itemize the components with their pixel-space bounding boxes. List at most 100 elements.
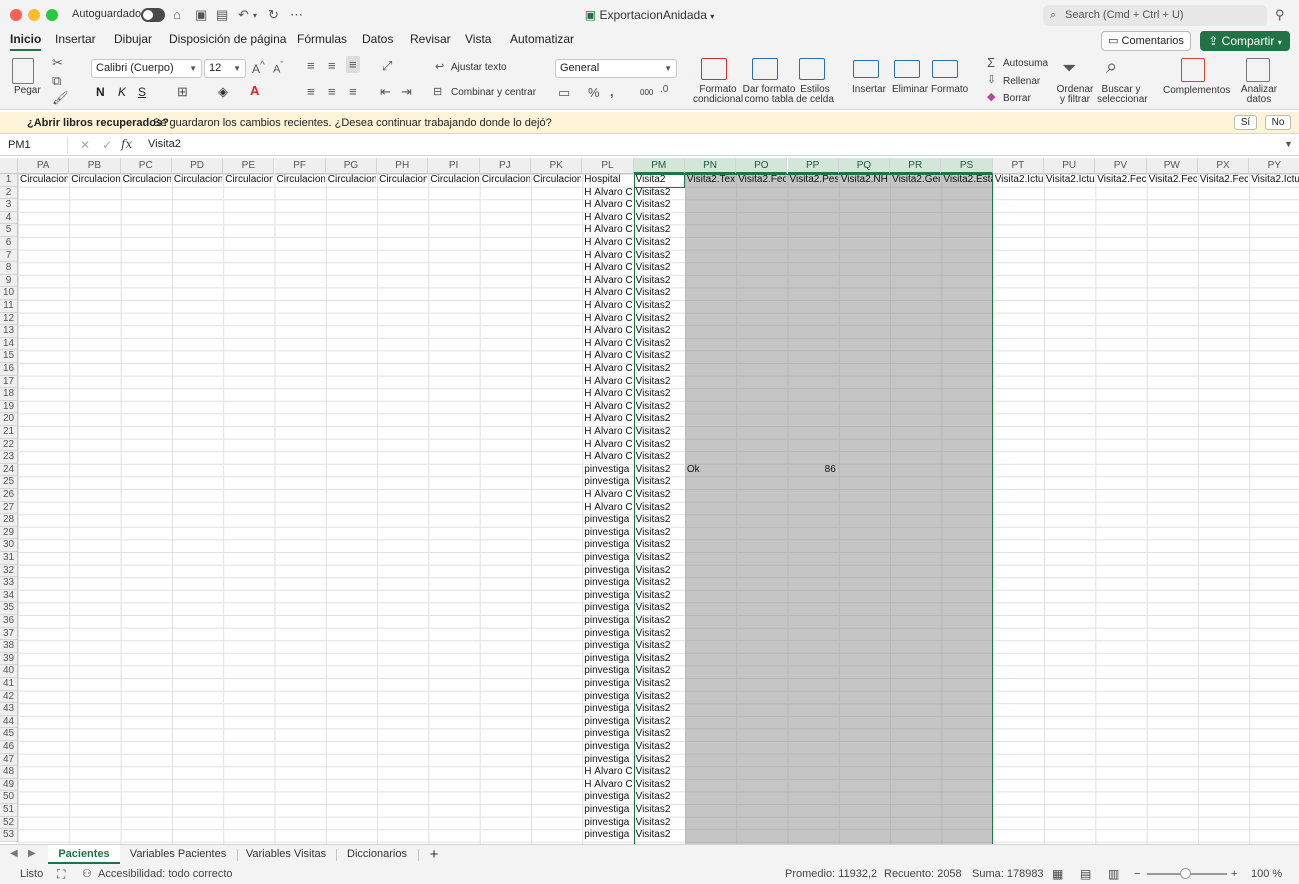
cell-pn1[interactable]: Visita2.Texto bbox=[686, 174, 735, 187]
fill-label[interactable]: Rellenar bbox=[1003, 77, 1040, 87]
cell-pl25[interactable]: pinvestiga bbox=[583, 476, 632, 489]
cell-pm16[interactable]: Visitas2 bbox=[635, 363, 684, 376]
format-cells-icon[interactable] bbox=[932, 60, 958, 78]
column-header-pn[interactable]: PN bbox=[684, 158, 737, 174]
row-header-29[interactable]: 29 bbox=[0, 526, 18, 540]
row-header-12[interactable]: 12 bbox=[0, 312, 18, 326]
cell-pl11[interactable]: H Álvaro Cun bbox=[583, 300, 632, 313]
cell-pl30[interactable]: pinvestiga bbox=[583, 539, 632, 552]
italic-button[interactable]: K bbox=[118, 85, 126, 99]
addins-label[interactable]: Complementos bbox=[1163, 86, 1230, 96]
row-header-19[interactable]: 19 bbox=[0, 400, 18, 414]
conditional-format-icon[interactable] bbox=[701, 58, 727, 80]
cell-pr1[interactable]: Visita2.Gene bbox=[891, 174, 940, 187]
sheet-tab-variables-visitas[interactable]: Variables Visitas bbox=[240, 845, 332, 864]
cell-pl37[interactable]: pinvestiga bbox=[583, 628, 632, 641]
row-header-1[interactable]: 1 bbox=[0, 174, 18, 187]
format-painter-icon[interactable]: 🖌 bbox=[52, 90, 69, 106]
cell-pl17[interactable]: H Álvaro Cun bbox=[583, 376, 632, 389]
cell-pl35[interactable]: pinvestiga bbox=[583, 602, 632, 615]
row-header-38[interactable]: 38 bbox=[0, 640, 18, 653]
expand-formula-icon[interactable]: ▼ bbox=[1284, 139, 1293, 149]
column-header-pt[interactable]: PT bbox=[992, 158, 1044, 174]
delete-cells-icon[interactable] bbox=[894, 60, 920, 78]
format-cells-label[interactable]: Formato bbox=[931, 85, 968, 95]
cell-pm4[interactable]: Visitas2 bbox=[635, 212, 684, 225]
cell-pm23[interactable]: Visitas2 bbox=[635, 451, 684, 464]
row-header-45[interactable]: 45 bbox=[0, 728, 18, 741]
fill-color-icon[interactable]: ◈ bbox=[218, 84, 228, 100]
row-header-33[interactable]: 33 bbox=[0, 577, 18, 590]
select-all-corner[interactable] bbox=[0, 158, 18, 174]
cell-pl2[interactable]: H Álvaro Cun bbox=[583, 187, 632, 200]
column-header-ph[interactable]: PH bbox=[377, 158, 429, 174]
underline-button[interactable]: S bbox=[138, 85, 146, 99]
cell-pm14[interactable]: Visitas2 bbox=[635, 338, 684, 351]
cell-pl47[interactable]: pinvestiga bbox=[583, 754, 632, 767]
row-header-28[interactable]: 28 bbox=[0, 514, 18, 527]
spreadsheet-grid[interactable]: PA PB PC PD PE PF PG PH PI PJ PK PL PM PN PO PP PQ PR PS PT… bbox=[0, 158, 1299, 844]
tab-dibujar[interactable]: Dibujar bbox=[114, 32, 152, 46]
paste-icon[interactable] bbox=[12, 58, 34, 84]
align-middle-icon[interactable]: ≡ bbox=[328, 58, 336, 73]
enter-icon[interactable]: ✓ bbox=[102, 138, 112, 152]
clear-label[interactable]: Borrar bbox=[1003, 94, 1031, 104]
addins-icon[interactable] bbox=[1181, 58, 1205, 82]
cell-pm21[interactable]: Visitas2 bbox=[635, 426, 684, 439]
percent-button[interactable]: % bbox=[588, 85, 600, 100]
cell-pl20[interactable]: H Álvaro Cun bbox=[583, 413, 632, 426]
cell-pm3[interactable]: Visitas2 bbox=[635, 199, 684, 212]
cell-pl21[interactable]: H Álvaro Cun bbox=[583, 426, 632, 439]
column-header-pc[interactable]: PC bbox=[120, 158, 172, 174]
cell-pl29[interactable]: pinvestiga bbox=[583, 527, 632, 540]
accessibility-status[interactable]: Accesibilidad: todo correcto bbox=[98, 865, 233, 883]
cell-pl10[interactable]: H Álvaro Cun bbox=[583, 287, 632, 300]
cell-pm17[interactable]: Visitas2 bbox=[635, 376, 684, 389]
cell-pm28[interactable]: Visitas2 bbox=[635, 514, 684, 527]
column-header-pg[interactable]: PG bbox=[325, 158, 378, 174]
cell-pm20[interactable]: Visitas2 bbox=[635, 413, 684, 426]
row-header-40[interactable]: 40 bbox=[0, 665, 18, 678]
cell-pp24[interactable]: 86 bbox=[789, 464, 838, 477]
row-header-43[interactable]: 43 bbox=[0, 703, 18, 716]
tab-automatizar[interactable]: Automatizar bbox=[510, 32, 574, 46]
cell-pm36[interactable]: Visitas2 bbox=[635, 615, 684, 628]
cell-pm27[interactable]: Visitas2 bbox=[635, 502, 684, 515]
cell-pm48[interactable]: Visitas2 bbox=[635, 766, 684, 779]
cell-pm37[interactable]: Visitas2 bbox=[635, 628, 684, 641]
cell-styles-icon[interactable] bbox=[799, 58, 825, 80]
row-header-16[interactable]: 16 bbox=[0, 363, 18, 376]
row-header-17[interactable]: 17 bbox=[0, 375, 18, 389]
cell-pm43[interactable]: Visitas2 bbox=[635, 703, 684, 716]
sheet-tab-pacientes[interactable]: Pacientes bbox=[48, 845, 120, 864]
column-header-pi[interactable]: PI bbox=[428, 158, 480, 174]
row-header-18[interactable]: 18 bbox=[0, 388, 18, 401]
row-header-10[interactable]: 10 bbox=[0, 287, 18, 300]
increase-font-icon[interactable]: A^ bbox=[252, 60, 265, 76]
cell-pm52[interactable]: Visitas2 bbox=[635, 817, 684, 830]
add-sheet-button[interactable]: + bbox=[424, 845, 444, 864]
column-header-pf[interactable]: PF bbox=[274, 158, 326, 174]
cell-ps1[interactable]: Visita2.Estado bbox=[942, 174, 991, 187]
row-header-21[interactable]: 21 bbox=[0, 426, 18, 439]
cell-pm2[interactable]: Visitas2 bbox=[635, 187, 684, 200]
cell-pl48[interactable]: H Álvaro Cun bbox=[583, 766, 632, 779]
font-size-select[interactable]: 12 ▼ bbox=[204, 59, 246, 78]
row-header-26[interactable]: 26 bbox=[0, 489, 18, 502]
column-header-px[interactable]: PX bbox=[1197, 158, 1250, 174]
column-header-pa[interactable]: PA bbox=[18, 158, 70, 174]
cell-pl31[interactable]: pinvestiga bbox=[583, 552, 632, 565]
align-top-icon[interactable]: ≡ bbox=[307, 58, 315, 73]
align-bottom-icon[interactable]: ≡ bbox=[346, 56, 360, 73]
row-header-39[interactable]: 39 bbox=[0, 652, 18, 666]
increase-decimal-button[interactable]: 000 bbox=[640, 88, 653, 98]
prev-sheet-icon[interactable]: ◀ bbox=[10, 848, 18, 859]
row-header-51[interactable]: 51 bbox=[0, 804, 18, 817]
row-header-4[interactable]: 4 bbox=[0, 211, 18, 225]
row-header-7[interactable]: 7 bbox=[0, 249, 18, 263]
column-header-pm[interactable]: PM bbox=[633, 158, 685, 174]
zoom-slider-handle[interactable] bbox=[1180, 868, 1191, 879]
column-header-py[interactable]: PY bbox=[1249, 158, 1299, 174]
cell-pl3[interactable]: H Álvaro Cun bbox=[583, 199, 632, 212]
cell-pl16[interactable]: H Álvaro Cun bbox=[583, 363, 632, 376]
